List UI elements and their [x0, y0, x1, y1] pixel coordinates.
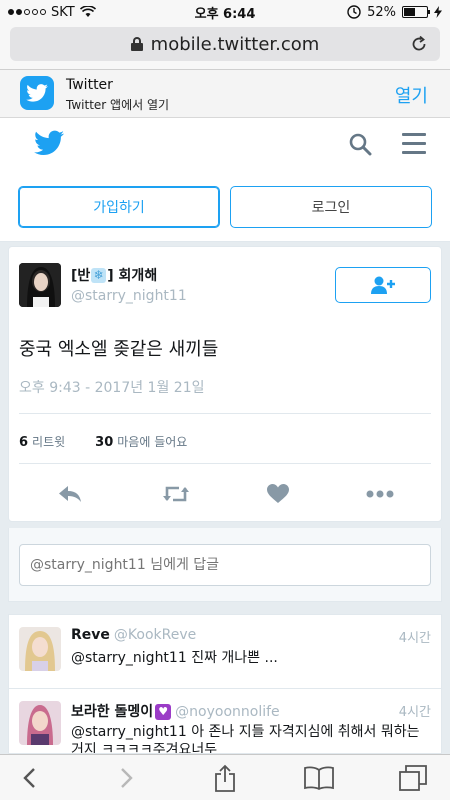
reply-icon	[59, 486, 81, 502]
status-right: 52%	[347, 5, 442, 20]
reply-author[interactable]: Reve @KookReve	[71, 627, 196, 643]
reply-button[interactable]	[55, 479, 85, 509]
reload-icon[interactable]	[410, 35, 428, 53]
author-avatar[interactable]	[19, 263, 61, 307]
author-name-suffix: ] 회개해	[107, 268, 158, 284]
author-name[interactable]: [반 ❄ ] 회개해	[71, 265, 157, 285]
reply-composer	[8, 528, 442, 602]
reply-time[interactable]: 4시간	[399, 627, 431, 646]
list-item[interactable]: 보라한 돌멩이 ♥ @noyoonnolife 4시간 @starry_night1…	[9, 689, 441, 754]
tweet-card: [반 ❄ ] 회개해 @starry_night11 중국 엑소엘 좆같은 새끼…	[8, 246, 442, 522]
like-stat[interactable]: 30 마음에 들어요	[95, 433, 187, 450]
battery-percent: 52%	[367, 4, 396, 20]
retweet-stat[interactable]: 6 리트윗	[19, 433, 65, 450]
twitter-bird-icon[interactable]	[34, 130, 64, 156]
reply-avatar[interactable]	[19, 627, 61, 671]
author-name-prefix: [반	[71, 268, 91, 284]
battery-icon	[402, 6, 430, 18]
like-icon	[267, 484, 289, 503]
forward-icon	[121, 768, 133, 788]
divider	[19, 463, 431, 464]
tabs-icon	[399, 765, 427, 791]
reply-text: @starry_night11 진짜 개나쁜 ...	[71, 650, 278, 666]
reply-author-handle: @KookReve	[113, 627, 197, 643]
list-item[interactable]: Reve @KookReve 4시간 @starry_night11 진짜 개나쁜…	[9, 615, 441, 689]
purple-heart-icon: ♥	[155, 704, 172, 720]
back-button[interactable]	[14, 763, 44, 793]
reply-time[interactable]: 4시간	[399, 701, 431, 720]
status-bar: SKT 오후 6:44 52%	[0, 0, 450, 24]
like-label: 마음에 들어요	[117, 435, 188, 449]
back-icon	[23, 768, 35, 788]
signup-button[interactable]: 가입하기	[18, 186, 220, 228]
tabs-button[interactable]	[398, 763, 428, 793]
tweet-actions	[9, 479, 441, 513]
app-banner: Twitter Twitter 앱에서 열기 열기	[0, 70, 450, 118]
app-name: Twitter	[66, 77, 113, 93]
menu-icon[interactable]	[402, 133, 426, 160]
bookmarks-button[interactable]	[304, 763, 334, 793]
app-subtitle: Twitter 앱에서 열기	[66, 98, 170, 112]
open-app-link[interactable]: 열기	[395, 82, 428, 108]
share-button[interactable]	[210, 763, 240, 793]
reply-avatar[interactable]	[19, 701, 61, 745]
lock-icon	[130, 37, 143, 51]
address-bar[interactable]: mobile.twitter.com	[10, 27, 440, 61]
snowflake-icon: ❄	[91, 267, 107, 283]
twitter-app-icon	[20, 76, 54, 110]
forward-button[interactable]	[112, 763, 142, 793]
reply-author-name: 보라한 돌멩이	[71, 704, 154, 720]
login-button[interactable]: 로그인	[230, 186, 432, 228]
author-handle[interactable]: @starry_night11	[71, 288, 187, 304]
reply-author-name: Reve	[71, 627, 110, 643]
url-text: mobile.twitter.com	[150, 33, 320, 55]
browser-address-area: mobile.twitter.com	[0, 24, 450, 70]
divider	[19, 413, 431, 414]
search-icon[interactable]	[348, 132, 372, 156]
tweet-text: 중국 엑소엘 좆같은 새끼들	[19, 339, 219, 360]
share-icon	[215, 764, 235, 792]
twitter-header	[0, 118, 450, 170]
reply-author-handle: @noyoonnolife	[175, 704, 280, 720]
tweet-timestamp[interactable]: 오후 9:43 - 2017년 1월 21일	[19, 377, 205, 397]
add-user-icon	[371, 276, 395, 294]
more-button[interactable]	[365, 479, 395, 509]
retweet-count: 6	[19, 435, 29, 450]
alarm-icon	[347, 5, 361, 19]
replies-list: Reve @KookReve 4시간 @starry_night11 진짜 개나쁜…	[8, 614, 442, 754]
tweet-stats: 6 리트윗 30 마음에 들어요	[19, 433, 187, 450]
like-button[interactable]	[263, 479, 293, 509]
retweet-label: 리트윗	[32, 435, 66, 449]
auth-bar: 가입하기 로그인	[0, 170, 450, 242]
reply-author[interactable]: 보라한 돌멩이 ♥ @noyoonnolife	[71, 701, 280, 721]
reply-text: @starry_night11 아 존나 지들 자격지심에 취해서 뭐하는 거지…	[71, 724, 420, 754]
follow-button[interactable]	[335, 267, 431, 303]
more-icon	[366, 490, 394, 498]
like-count: 30	[95, 435, 114, 450]
bookmarks-icon	[304, 766, 334, 790]
retweet-button[interactable]	[161, 479, 191, 509]
reply-input[interactable]	[19, 544, 431, 586]
retweet-icon	[163, 486, 189, 502]
charging-icon	[434, 6, 442, 18]
browser-toolbar	[0, 754, 450, 800]
